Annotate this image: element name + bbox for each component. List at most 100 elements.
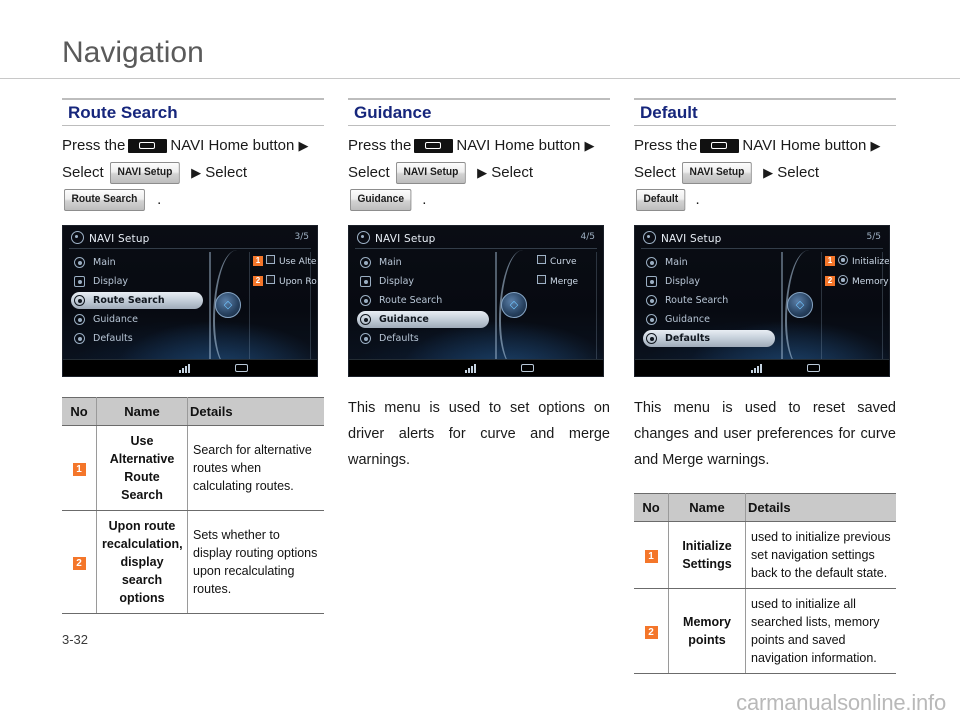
screen-option-row[interactable]: 2 Memory Points xyxy=(825,274,889,290)
screen-menu-list: Main Display Route Search Guidance Defau… xyxy=(643,254,775,349)
option-label: Upon Route Recalc... xyxy=(279,277,317,287)
screen-options-divider-left xyxy=(249,252,250,364)
select-label: Select xyxy=(634,164,676,181)
screen-navigation-knob-icon[interactable]: ◇ xyxy=(215,292,241,318)
checkbox-icon[interactable] xyxy=(537,255,546,264)
screen-menu-item-guidance[interactable]: Guidance xyxy=(71,311,203,328)
cell-details: used to initialize all searched lists, m… xyxy=(745,588,896,674)
column-header-no: No xyxy=(62,397,97,426)
instruction-line-1: Press the NAVI Home button ▶ xyxy=(348,132,610,159)
select-label: Select xyxy=(205,164,247,181)
section-title: Default xyxy=(640,103,698,122)
column-header-name: Name xyxy=(96,397,188,426)
menu-item-label: Display xyxy=(665,276,701,287)
screen-page-indicator: 5/5 xyxy=(866,232,881,242)
screen-menu-item-display[interactable]: Display xyxy=(357,273,489,290)
display-status-icon xyxy=(235,364,248,372)
screen-panel-divider xyxy=(495,252,497,364)
cell-details: Sets whether to display routing options … xyxy=(187,510,324,614)
screen-title: NAVI Setup xyxy=(357,231,436,245)
instruction-line-3: Default . xyxy=(634,186,896,213)
screen-status-bar xyxy=(63,359,317,376)
cell-no: 2 xyxy=(634,588,669,674)
guidance-description: This menu is used to set options on driv… xyxy=(348,400,610,468)
route-search-chip[interactable]: Route Search xyxy=(64,189,145,212)
defaults-icon xyxy=(74,333,85,344)
option-label: Curve xyxy=(550,257,577,267)
menu-item-label: Defaults xyxy=(665,333,711,344)
navi-setup-chip[interactable]: NAVI Setup xyxy=(681,162,752,185)
default-chip[interactable]: Default xyxy=(636,189,686,212)
arrow-icon: ▶ xyxy=(763,164,774,180)
column-header-details: Details xyxy=(187,397,324,426)
signal-strength-icon xyxy=(751,364,764,373)
screen-navigation-knob-icon[interactable]: ◇ xyxy=(787,292,813,318)
screen-header-divider xyxy=(69,248,311,249)
screen-option-row[interactable]: Curve xyxy=(537,254,601,270)
navi-setup-screenshot-default: NAVI Setup 5/5 Main Display Route Search… xyxy=(634,225,890,377)
screen-option-row[interactable]: 2 Upon Route Recalc... xyxy=(253,274,317,290)
search-icon xyxy=(74,295,85,306)
checkbox-icon[interactable] xyxy=(266,275,275,284)
checkbox-icon[interactable] xyxy=(537,275,546,284)
screen-menu-item-guidance[interactable]: Guidance xyxy=(643,311,775,328)
screen-header-divider xyxy=(641,248,883,249)
option-label: Use Alternative Rout... xyxy=(279,257,318,267)
screen-menu-item-route-search[interactable]: Route Search xyxy=(357,292,489,309)
instruction-line-2: Select NAVI Setup ▶ Select xyxy=(634,159,896,186)
column-header-name: Name xyxy=(668,493,746,522)
option-label: Initialize Settings xyxy=(852,257,890,267)
screen-menu-list: Main Display Route Search Guidance Defau… xyxy=(357,254,489,349)
screen-option-row[interactable]: Merge xyxy=(537,274,601,290)
screen-menu-item-defaults[interactable]: Defaults xyxy=(643,330,775,347)
search-icon xyxy=(360,295,371,306)
menu-item-label: Guidance xyxy=(379,314,429,325)
menu-item-label: Display xyxy=(93,276,129,287)
option-badge: 1 xyxy=(253,256,263,266)
display-icon xyxy=(74,276,85,287)
screen-menu-item-defaults[interactable]: Defaults xyxy=(71,330,203,347)
menu-item-label: Guidance xyxy=(665,314,710,325)
instruction-line-3: Guidance . xyxy=(348,186,610,213)
navi-setup-chip[interactable]: NAVI Setup xyxy=(109,162,180,185)
screen-menu-item-display[interactable]: Display xyxy=(71,273,203,290)
navigation-path-instructions: Press the NAVI Home button ▶ Select NAVI … xyxy=(634,132,896,213)
table-row: 2 Upon route recalculation, display sear… xyxy=(62,510,324,614)
option-badge: 1 xyxy=(825,256,835,266)
screen-menu-item-main[interactable]: Main xyxy=(357,254,489,271)
section-default: Default Press the NAVI Home button ▶ Sele… xyxy=(634,98,896,674)
screen-option-row[interactable]: 1 Use Alternative Rout... xyxy=(253,254,317,270)
screen-menu-item-defaults[interactable]: Defaults xyxy=(357,330,489,347)
screen-menu-item-route-search[interactable]: Route Search xyxy=(71,292,203,309)
screen-status-bar xyxy=(635,359,889,376)
screen-menu-item-main[interactable]: Main xyxy=(643,254,775,271)
guidance-chip[interactable]: Guidance xyxy=(350,189,412,212)
instruction-line-3: Route Search . xyxy=(62,186,324,213)
screen-navigation-knob-icon[interactable]: ◇ xyxy=(501,292,527,318)
menu-item-label: Defaults xyxy=(379,333,419,344)
navi-home-hardware-button-icon xyxy=(128,139,168,154)
section-rule-bottom xyxy=(348,125,610,126)
section-title: Route Search xyxy=(68,103,178,122)
section-route-search: Route Search Press the NAVI Home button ▶… xyxy=(62,98,324,614)
screen-menu-item-main[interactable]: Main xyxy=(71,254,203,271)
screen-menu-item-guidance[interactable]: Guidance xyxy=(357,311,489,328)
route-search-table: No Name Details 1 Use Alternative Route … xyxy=(62,397,324,614)
screen-options-list: 1 Use Alternative Rout... 2 Upon Route Rec… xyxy=(253,254,317,294)
select-label: Select xyxy=(62,164,104,181)
press-the-label: Press the xyxy=(634,137,698,154)
screen-menu-item-route-search[interactable]: Route Search xyxy=(643,292,775,309)
cell-name: Upon route recalculation, display search… xyxy=(96,510,188,614)
row-badge: 2 xyxy=(72,557,86,570)
table-header-row: No Name Details xyxy=(62,397,324,426)
gear-icon xyxy=(646,257,657,268)
navi-setup-chip[interactable]: NAVI Setup xyxy=(395,162,466,185)
navi-home-hardware-button-icon xyxy=(700,139,740,154)
screen-menu-item-display[interactable]: Display xyxy=(643,273,775,290)
option-label: Merge xyxy=(550,277,579,287)
screen-page-indicator: 4/5 xyxy=(580,232,595,242)
checkbox-icon[interactable] xyxy=(266,255,275,264)
screen-option-row[interactable]: 1 Initialize Settings xyxy=(825,254,889,270)
column-header-no: No xyxy=(634,493,669,522)
page-title: Navigation xyxy=(62,36,204,69)
